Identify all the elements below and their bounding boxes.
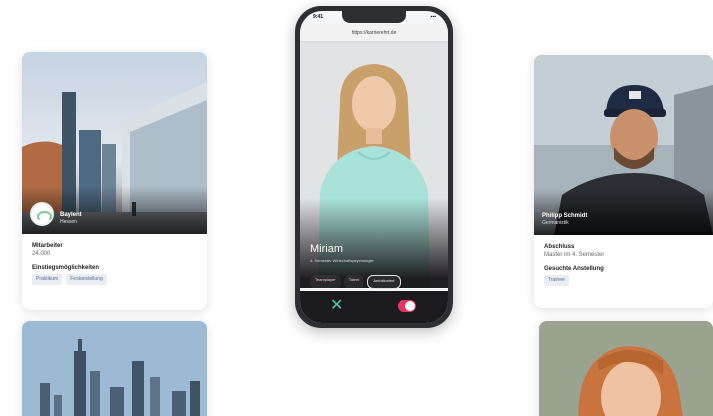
like-toggle[interactable] [398,300,416,312]
tag-internship: Praktikum [32,274,63,286]
position-label: Gesuchte Anstellung [544,266,604,273]
degree-label: Abschluss [544,244,575,250]
tag-trainee: Trainee [544,275,569,287]
candidate-name: Philipp Schmidt [542,213,588,219]
company-details: Mitarbeiter 24.000 Einstiegsmöglichkeite… [22,234,207,293]
profile-name: Miriam [310,243,343,255]
phone-notch [342,11,406,23]
profile-chips: Teamplayer Talent Ambitioniert [300,275,448,289]
entry-options-tags: Praktikum Festanstellung [32,274,197,286]
chip-talent: Talent [343,275,365,289]
company-card-city[interactable] [22,321,207,416]
url-text: https://karrierehrt.de [351,30,397,36]
candidate-card-woman[interactable] [539,321,713,416]
phone-screen: 9:41 ▪▪▪ https://karrierehrt.de Miriam 4… [300,11,448,323]
woman-person-image [539,321,713,416]
tag-permanent: Festanstellung [66,274,107,286]
city-photo [22,321,207,416]
chip-ambitious: Ambitioniert [367,275,401,289]
candidate-card[interactable]: Philipp Schmidt Germanistik Abschluss Ma… [534,55,713,308]
reject-button[interactable]: ✕ [330,298,343,314]
phone-mockup: 9:41 ▪▪▪ https://karrierehrt.de Miriam 4… [295,6,453,328]
candidate-photo-overlay [534,189,713,235]
employees-value: 24.000 [32,251,51,258]
entry-options-label: Einstiegsmöglichkeiten [32,265,100,272]
city-skyline-image [22,321,207,416]
company-location: Hessen [60,219,77,225]
signal-battery-icon: ▪▪▪ [430,14,436,20]
company-photo: Baylent Hessen [22,52,207,234]
company-name: Baylent [60,212,82,218]
position-tags: Trainee [544,275,703,287]
action-bar: ✕ [300,291,448,323]
company-card[interactable]: Baylent Hessen Mitarbeiter 24.000 Einsti… [22,52,207,310]
employees-label: Mitarbeiter [32,243,63,249]
status-time: 9:41 [313,14,324,20]
chip-teamplayer: Teamplayer [310,275,341,289]
company-logo-icon [30,202,54,226]
candidate-field: Germanistik [542,220,569,226]
degree-value: Master im 4. Semester [544,252,605,259]
candidate-photo: Philipp Schmidt Germanistik [534,55,713,235]
woman-photo [539,321,713,416]
candidate-details: Abschluss Master im 4. Semester Gesuchte… [534,235,713,294]
profile-subtitle: 4. Semester Wirtschaftspsychologie [310,258,374,263]
browser-url-bar[interactable]: https://karrierehrt.de [300,24,448,42]
